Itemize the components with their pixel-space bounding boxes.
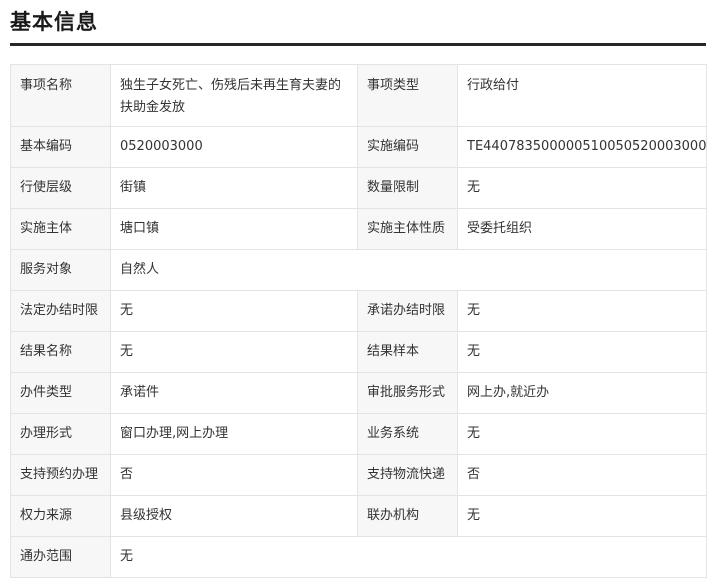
label-result-sample: 结果样本: [357, 331, 458, 373]
label-legal-time-limit: 法定办结时限: [10, 290, 111, 332]
value-result-sample: 无: [457, 331, 707, 373]
label-joint-agency: 联办机构: [357, 495, 458, 537]
table-row-impl-subject: 实施主体 塘口镇 实施主体性质 受委托组织: [10, 208, 707, 250]
value-legal-time-limit: 无: [110, 290, 358, 332]
value-service-form: 网上办,就近办: [457, 372, 707, 414]
table-row-time-limits: 法定办结时限 无 承诺办结时限 无: [10, 290, 707, 332]
table-row-scope: 通办范围 无: [10, 536, 707, 578]
label-impl-subject-nature: 实施主体性质: [357, 208, 458, 250]
label-basic-code: 基本编码: [10, 126, 111, 168]
table-row-item-name: 事项名称 独生子女死亡、伤残后未再生育夫妻的扶助金发放 事项类型 行政给付: [10, 64, 707, 127]
value-logistics-support: 否: [457, 454, 707, 496]
page: 基本信息 事项名称 独生子女死亡、伤残后未再生育夫妻的扶助金发放 事项类型 行政…: [0, 0, 716, 583]
label-handling-form: 办理形式: [10, 413, 111, 455]
label-service-form: 审批服务形式: [357, 372, 458, 414]
label-power-source: 权力来源: [10, 495, 111, 537]
value-promised-time-limit: 无: [457, 290, 707, 332]
value-result-name: 无: [110, 331, 358, 373]
value-appointment-support: 否: [110, 454, 358, 496]
label-case-type: 办件类型: [10, 372, 111, 414]
value-business-system: 无: [457, 413, 707, 455]
label-logistics-support: 支持物流快递: [357, 454, 458, 496]
label-result-name: 结果名称: [10, 331, 111, 373]
basic-info-table: 事项名称 独生子女死亡、伤残后未再生育夫妻的扶助金发放 事项类型 行政给付 基本…: [10, 64, 707, 578]
label-item-type: 事项类型: [357, 64, 458, 127]
value-exercise-level: 街镇: [110, 167, 358, 209]
value-service-target: 自然人: [110, 249, 707, 291]
label-promised-time-limit: 承诺办结时限: [357, 290, 458, 332]
label-appointment-support: 支持预约办理: [10, 454, 111, 496]
value-basic-code: 0520003000: [110, 126, 358, 168]
label-service-target: 服务对象: [10, 249, 111, 291]
label-impl-subject: 实施主体: [10, 208, 111, 250]
value-quantity-limit: 无: [457, 167, 707, 209]
label-item-name: 事项名称: [10, 64, 111, 127]
label-exercise-level: 行使层级: [10, 167, 111, 209]
table-row-authority: 权力来源 县级授权 联办机构 无: [10, 495, 707, 537]
value-handling-form: 窗口办理,网上办理: [110, 413, 358, 455]
table-row-level: 行使层级 街镇 数量限制 无: [10, 167, 707, 209]
label-general-scope: 通办范围: [10, 536, 111, 578]
value-impl-subject: 塘口镇: [110, 208, 358, 250]
value-item-type: 行政给付: [457, 64, 707, 127]
label-quantity-limit: 数量限制: [357, 167, 458, 209]
section-title: 基本信息: [10, 10, 98, 34]
value-impl-subject-nature: 受委托组织: [457, 208, 707, 250]
value-joint-agency: 无: [457, 495, 707, 537]
table-row-handling: 办理形式 窗口办理,网上办理 业务系统 无: [10, 413, 707, 455]
section-header: 基本信息: [10, 0, 706, 46]
label-business-system: 业务系统: [357, 413, 458, 455]
value-item-name: 独生子女死亡、伤残后未再生育夫妻的扶助金发放: [110, 64, 358, 127]
value-impl-code: TE440783500000510050520003000: [457, 126, 707, 168]
table-row-case-type: 办件类型 承诺件 审批服务形式 网上办,就近办: [10, 372, 707, 414]
value-general-scope: 无: [110, 536, 707, 578]
table-row-result: 结果名称 无 结果样本 无: [10, 331, 707, 373]
table-row-service-target: 服务对象 自然人: [10, 249, 707, 291]
value-power-source: 县级授权: [110, 495, 358, 537]
table-row-codes: 基本编码 0520003000 实施编码 TE44078350000051005…: [10, 126, 707, 168]
label-impl-code: 实施编码: [357, 126, 458, 168]
value-case-type: 承诺件: [110, 372, 358, 414]
table-row-support: 支持预约办理 否 支持物流快递 否: [10, 454, 707, 496]
